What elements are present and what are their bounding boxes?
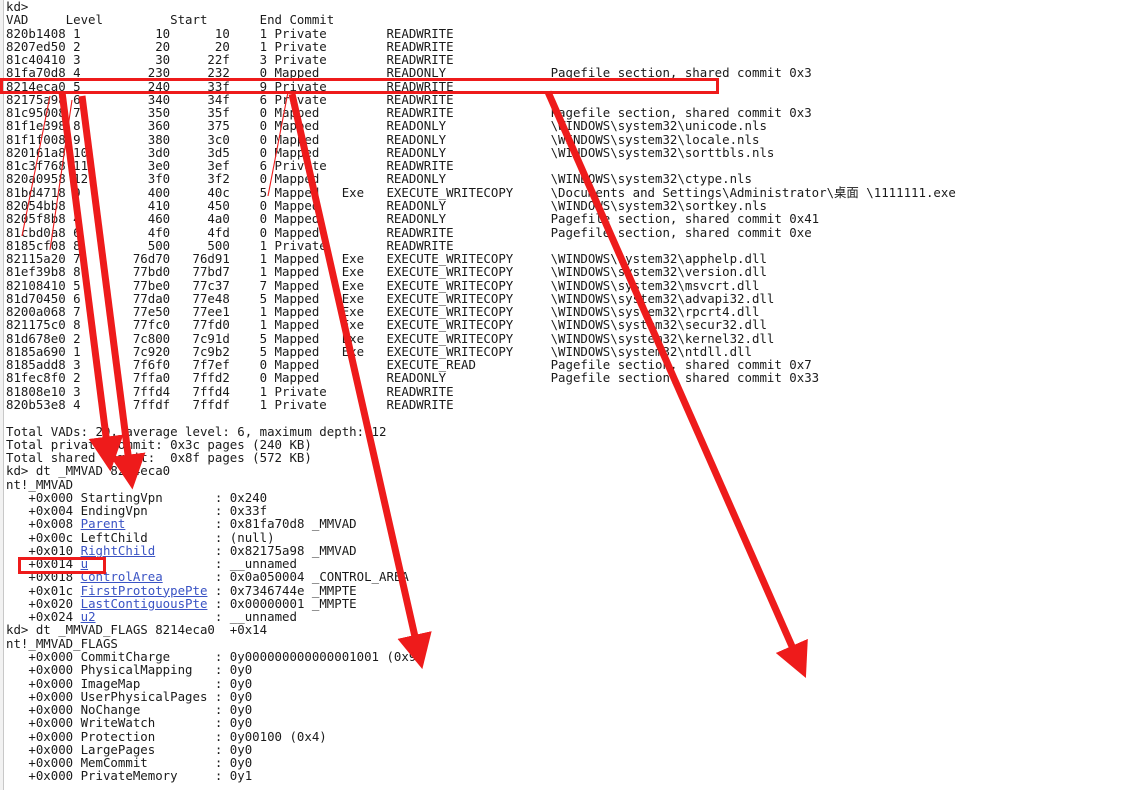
vad-row: 81c3f768 11 3e0 3ef 6 Private READWRITE	[6, 158, 454, 174]
vad-row: 820b53e8 4 7ffdf 7ffdf 1 Private READWRI…	[6, 396, 454, 412]
flags-field-row: +0x000 LargePages : 0y0	[6, 741, 253, 757]
vad-row: 8200a068 7 77e50 77ee1 1 Mapped Exe EXEC…	[6, 304, 760, 320]
console-prompt: kd>	[6, 0, 29, 14]
mmvad-field-row: +0x000 StartingVpn : 0x240	[6, 489, 268, 505]
vad-row: 82108410 5 77be0 77c37 7 Mapped Exe EXEC…	[6, 277, 760, 293]
vad-table-header: VAD Level Start End Commit	[6, 12, 335, 28]
vad-row: 820a0958 12 3f0 3f2 0 Mapped READONLY \W…	[6, 171, 752, 187]
mmvad-field-row: +0x018 ControlArea : 0x0a050004 _CONTROL…	[6, 569, 409, 585]
vad-row: 81c40410 3 30 22f 3 Private READWRITE	[6, 52, 454, 68]
mmvad-field-row: +0x024 u2 : __unnamed	[6, 609, 297, 625]
vad-row: 820b1408 1 10 10 1 Private READWRITE	[6, 25, 454, 41]
vad-row: 821175c0 8 77fc0 77fd0 1 Mapped Exe EXEC…	[6, 317, 767, 333]
mmvad-field-row: +0x01c FirstPrototypePte : 0x7346744e _M…	[6, 582, 357, 598]
vad-row: 81bd4718 0 400 40c 5 Mapped Exe EXECUTE_…	[6, 184, 956, 200]
mmvad-command-line: kd> dt _MMVAD 8214eca0	[6, 463, 171, 479]
vad-row: 81d70450 6 77da0 77e48 5 Mapped Exe EXEC…	[6, 290, 775, 306]
mmvad-field-row: +0x004 EndingVpn : 0x33f	[6, 503, 268, 519]
vad-row: 8205f8b8 4 460 4a0 0 Mapped READONLY Pag…	[6, 211, 820, 227]
vad-row: 81c95008 7 350 35f 0 Mapped READWRITE Pa…	[6, 105, 812, 121]
vad-row: 82115a20 7 76d70 76d91 1 Mapped Exe EXEC…	[6, 251, 767, 267]
vad-row: 81f1f008 9 380 3c0 0 Mapped READONLY \WI…	[6, 131, 760, 147]
vad-row: 8185a690 1 7c920 7c9b2 5 Mapped Exe EXEC…	[6, 343, 752, 359]
flags-field-row: +0x000 ImageMap : 0y0	[6, 675, 253, 691]
flags-field-row: +0x000 PhysicalMapping : 0y0	[6, 662, 253, 678]
totals-line: Total VADs: 29, average level: 6, maximu…	[6, 423, 387, 439]
flags-field-row: +0x000 WriteWatch : 0y0	[6, 715, 253, 731]
debugger-console-output[interactable]: kd> VAD Level Start End Commit 820b1408 1 …	[6, 0, 1147, 790]
flags-field-row: +0x000 Protection : 0y00100 (0x4)	[6, 728, 327, 744]
vad-row: 81fec8f0 2 7ffa0 7ffd2 0 Mapped READONLY…	[6, 370, 820, 386]
mmvad-field-row: +0x020 LastContiguousPte : 0x00000001 _M…	[6, 595, 357, 611]
flags-field-row: +0x000 MemCommit : 0y0	[6, 755, 253, 771]
totals-line: Total private commit: 0x3c pages (240 KB…	[6, 436, 312, 452]
flags-field-row: +0x000 NoChange : 0y0	[6, 702, 253, 718]
flags-field-row: +0x000 CommitCharge : 0y0000000000000010…	[6, 649, 424, 665]
vad-row: 8185cf08 8 500 500 1 Private READWRITE	[6, 237, 454, 253]
vad-row: 81ef39b8 8 77bd0 77bd7 1 Mapped Exe EXEC…	[6, 264, 767, 280]
mmvad-field-row: +0x00c LeftChild : (null)	[6, 529, 275, 545]
vad-row: 8207ed50 2 20 20 1 Private READWRITE	[6, 38, 454, 54]
vad-row: 82054bb8 3 410 450 0 Mapped READONLY \WI…	[6, 197, 767, 213]
mmvad-field-row: +0x014 u : __unnamed	[6, 556, 297, 572]
mmvad-field-row: +0x008 Parent : 0x81fa70d8 _MMVAD	[6, 516, 357, 532]
flags-type-line: nt!_MMVAD_FLAGS	[6, 635, 118, 651]
highlight-box-u-field	[18, 557, 106, 574]
vad-row: 81808e10 3 7ffd4 7ffd4 1 Private READWRI…	[6, 383, 454, 399]
flags-field-row: +0x000 UserPhysicalPages : 0y0	[6, 688, 253, 704]
totals-line: Total shared commit: 0x8f pages (572 KB)	[6, 450, 312, 466]
vad-row: 81d678e0 2 7c800 7c91d 5 Mapped Exe EXEC…	[6, 330, 775, 346]
flags-field-row: +0x000 PrivateMemory : 0y1	[6, 768, 253, 784]
flags-command-line: kd> dt _MMVAD_FLAGS 8214eca0 +0x14	[6, 622, 268, 638]
vad-row: 8185add8 3 7f6f0 7f7ef 0 Mapped EXECUTE_…	[6, 357, 812, 373]
vad-row: 81f1e398 8 360 375 0 Mapped READONLY \WI…	[6, 118, 767, 134]
vad-row: 82175a98 6 340 34f 6 Private READWRITE	[6, 91, 454, 107]
vad-row: 820161a8 10 3d0 3d5 0 Mapped READONLY \W…	[6, 144, 775, 160]
mmvad-type-line: nt!_MMVAD	[6, 476, 74, 492]
windbg-output-window: kd> VAD Level Start End Commit 820b1408 1 …	[0, 0, 1147, 790]
vad-row: 81cbd0a8 6 4f0 4fd 0 Mapped READWRITE Pa…	[6, 224, 812, 240]
highlight-box-vad-row	[0, 78, 719, 94]
mmvad-field-row: +0x010 RightChild : 0x82175a98 _MMVAD	[6, 542, 357, 558]
